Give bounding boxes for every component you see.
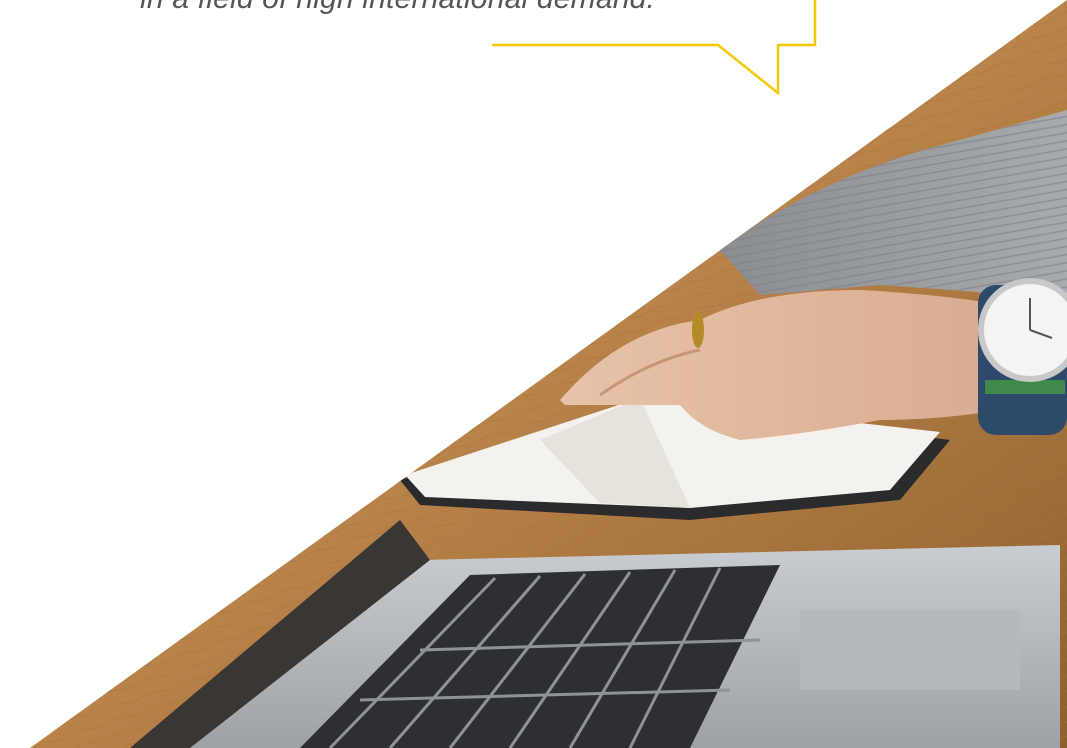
page: in a field of high international demand. <box>0 0 1067 748</box>
quote-text: in a field of high international demand. <box>140 0 800 19</box>
speech-bubble-outline <box>492 0 817 96</box>
